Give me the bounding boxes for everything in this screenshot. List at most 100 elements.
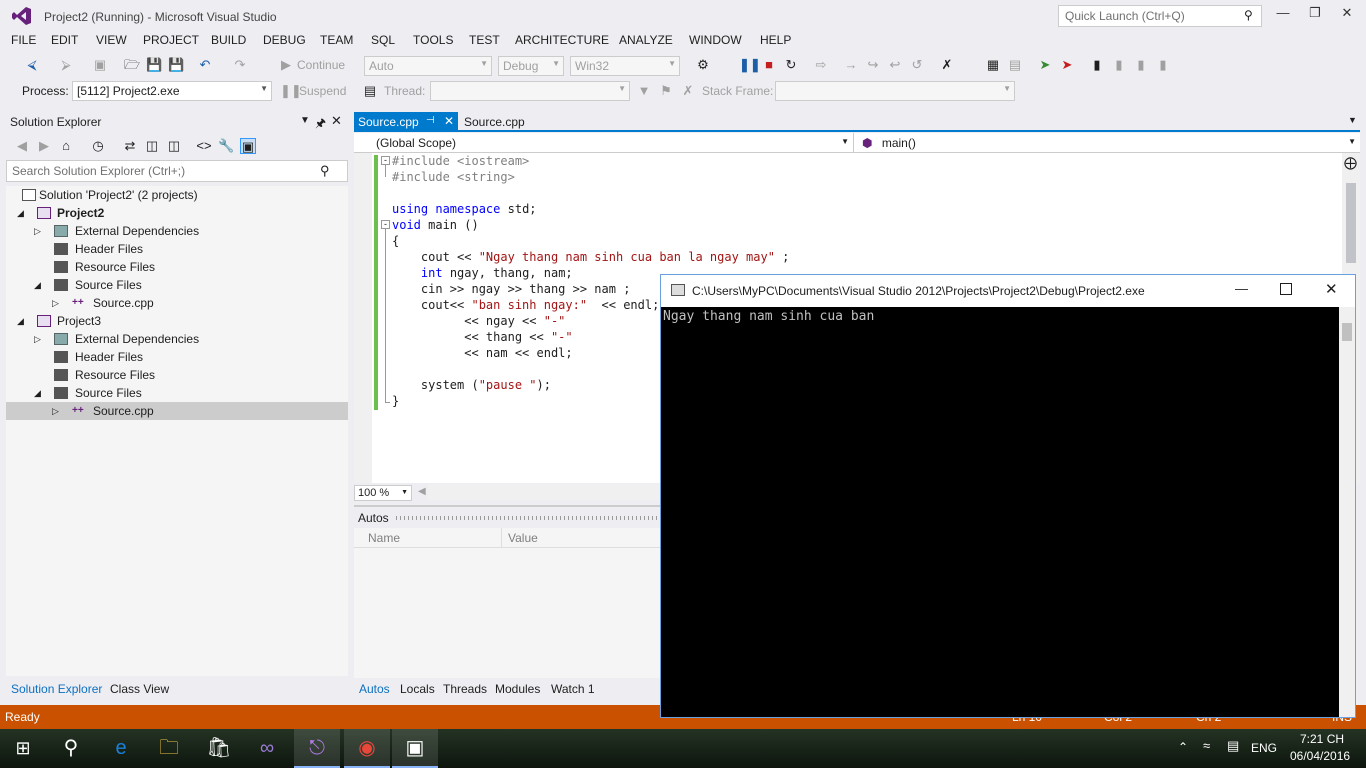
- menu-architecture[interactable]: ARCHITECTURE: [515, 33, 609, 47]
- tree-project2[interactable]: ◢ Project2: [6, 204, 348, 222]
- tab-source-cpp-active[interactable]: Source.cpp ⊣ ✕: [354, 112, 458, 132]
- show-all-files-icon[interactable]: ◫: [166, 138, 182, 154]
- attach-icon[interactable]: ⚙: [695, 57, 711, 73]
- delete-breakpoints-icon[interactable]: ➤: [1059, 57, 1075, 73]
- stack-icon[interactable]: ✗: [680, 83, 696, 99]
- console-title-bar[interactable]: C:\Users\MyPC\Documents\Visual Studio 20…: [661, 275, 1355, 307]
- stack-frame-select[interactable]: ▼: [775, 81, 1015, 101]
- navigate-forward-icon[interactable]: ⮚: [58, 57, 74, 73]
- tree-resource-files-2[interactable]: Resource Files: [6, 366, 348, 384]
- tab-locals[interactable]: Locals: [400, 682, 435, 696]
- menu-test[interactable]: TEST: [469, 33, 500, 47]
- step-over-icon[interactable]: ↪: [865, 57, 881, 73]
- menu-team[interactable]: TEAM: [320, 33, 353, 47]
- home-icon[interactable]: ⌂: [58, 138, 74, 154]
- menu-analyze[interactable]: ANALYZE: [619, 33, 673, 47]
- next-bookmark-icon[interactable]: ▮: [1133, 57, 1149, 73]
- menu-edit[interactable]: EDIT: [51, 33, 78, 47]
- tree-source-files-2[interactable]: ◢ Source Files: [6, 384, 348, 402]
- sync-icon[interactable]: ⇄: [122, 138, 138, 154]
- expand-icon[interactable]: ▷: [52, 402, 59, 420]
- flag-icon[interactable]: ⚑: [658, 83, 674, 99]
- close-panel-icon[interactable]: ✕: [331, 113, 342, 129]
- forward-icon[interactable]: ▶: [36, 138, 52, 154]
- file-explorer-button[interactable]: 🗀: [146, 729, 192, 768]
- solution-config-select[interactable]: Auto ▼: [364, 56, 492, 76]
- clock-date[interactable]: 06/04/2016: [1290, 749, 1350, 763]
- tree-header-files-2[interactable]: Header Files: [6, 348, 348, 366]
- console-window[interactable]: C:\Users\MyPC\Documents\Visual Studio 20…: [660, 274, 1356, 718]
- view-code-icon[interactable]: <>: [196, 138, 212, 154]
- collapse-region-icon[interactable]: -: [381, 220, 390, 229]
- scroll-thumb[interactable]: [1346, 183, 1356, 263]
- search-button[interactable]: ⚲: [48, 729, 94, 768]
- scroll-thumb[interactable]: [1342, 323, 1352, 341]
- bookmark-icon[interactable]: ▮: [1089, 57, 1105, 73]
- tab-class-view[interactable]: Class View: [110, 682, 169, 696]
- restart-icon[interactable]: ↻: [783, 57, 799, 73]
- menu-debug[interactable]: DEBUG: [263, 33, 306, 47]
- column-name[interactable]: Name: [368, 531, 400, 545]
- edge-button[interactable]: e: [98, 729, 144, 768]
- tree-solution[interactable]: Solution 'Project2' (2 projects): [6, 186, 348, 204]
- suspend-button[interactable]: Suspend: [299, 84, 346, 98]
- build-config-select[interactable]: Debug ▼: [498, 56, 564, 76]
- language-indicator[interactable]: ENG: [1251, 741, 1277, 755]
- menu-file[interactable]: FILE: [11, 33, 36, 47]
- wifi-icon[interactable]: ≈: [1203, 738, 1210, 753]
- tab-autos[interactable]: Autos: [359, 682, 390, 696]
- tree-resource-files-1[interactable]: Resource Files: [6, 258, 348, 276]
- tree-source-files-1[interactable]: ◢ Source Files: [6, 276, 348, 294]
- tree-source-cpp-2[interactable]: ▷ ++ Source.cpp: [6, 402, 348, 420]
- tree-external-deps-2[interactable]: ▷ External Dependencies: [6, 330, 348, 348]
- pin-icon[interactable]: 🖈: [315, 114, 326, 135]
- console-taskbar-button[interactable]: ▣: [392, 729, 438, 768]
- collapse-region-icon[interactable]: -: [381, 156, 390, 165]
- splitter[interactable]: [354, 505, 660, 507]
- tree-project3[interactable]: ◢ Project3: [6, 312, 348, 330]
- dropdown-icon[interactable]: ▼: [300, 115, 310, 126]
- column-divider[interactable]: [501, 528, 502, 548]
- expand-icon[interactable]: ▷: [34, 330, 41, 348]
- tab-watch-1[interactable]: Watch 1: [551, 682, 595, 696]
- navigate-back-icon[interactable]: ⮘: [24, 57, 40, 73]
- member-select[interactable]: ⬢ main() ▼: [856, 133, 1360, 152]
- store-button[interactable]: 🛍: [196, 729, 242, 768]
- expand-icon[interactable]: ▷: [34, 222, 41, 240]
- scope-select[interactable]: (Global Scope) ▼: [354, 133, 854, 152]
- threads-icon[interactable]: ▦: [985, 57, 1001, 73]
- tab-overflow-icon[interactable]: ▼: [1348, 115, 1357, 125]
- collapse-icon[interactable]: ◢: [17, 312, 24, 330]
- show-next-statement-icon[interactable]: ⇨: [813, 57, 829, 73]
- clear-bookmarks-icon[interactable]: ▮: [1155, 57, 1171, 73]
- collapse-icon[interactable]: ◢: [34, 276, 41, 294]
- expand-icon[interactable]: ▷: [52, 294, 59, 312]
- pause-icon[interactable]: ❚❚: [739, 57, 761, 73]
- chrome-button[interactable]: ◉: [344, 729, 390, 768]
- console-maximize-button[interactable]: [1280, 283, 1292, 295]
- stop-icon[interactable]: ■: [761, 57, 777, 73]
- tree-external-deps-1[interactable]: ▷ External Dependencies: [6, 222, 348, 240]
- clock-time[interactable]: 7:21 CH: [1300, 732, 1344, 746]
- platform-select[interactable]: Win32 ▼: [570, 56, 680, 76]
- collapse-icon[interactable]: ◢: [17, 204, 24, 222]
- collapse-icon[interactable]: ◢: [34, 384, 41, 402]
- console-minimize-button[interactable]: —: [1235, 281, 1248, 296]
- tab-source-cpp[interactable]: Source.cpp: [462, 112, 532, 132]
- console-close-button[interactable]: ✕: [1325, 280, 1338, 298]
- editor-horizontal-scrollbar[interactable]: [428, 484, 660, 500]
- menu-sql[interactable]: SQL: [371, 33, 395, 47]
- properties-icon[interactable]: 🔧: [218, 138, 234, 154]
- menu-project[interactable]: PROJECT: [143, 33, 199, 47]
- chevron-up-icon[interactable]: ⌃: [1178, 740, 1188, 754]
- suspend-icon[interactable]: ❚❚: [280, 83, 302, 99]
- tree-source-cpp-1[interactable]: ▷ ++ Source.cpp: [6, 294, 348, 312]
- notification-icon[interactable]: ▤: [1227, 738, 1239, 754]
- zoom-select[interactable]: 100 % ▼: [354, 485, 412, 501]
- menu-tools[interactable]: TOOLS: [413, 33, 453, 47]
- menu-view[interactable]: VIEW: [96, 33, 127, 47]
- history-icon[interactable]: ◷: [90, 138, 106, 154]
- filter-icon[interactable]: ▼: [636, 83, 652, 99]
- back-icon[interactable]: ◀: [14, 138, 30, 154]
- column-value[interactable]: Value: [508, 531, 538, 545]
